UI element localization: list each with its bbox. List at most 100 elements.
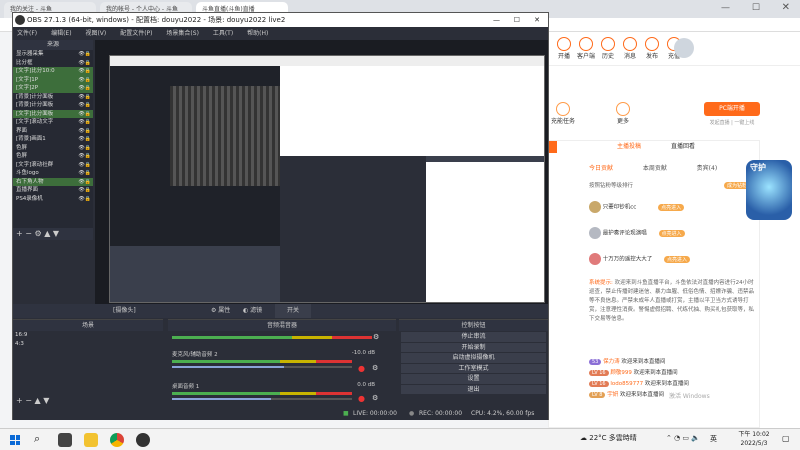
add-icon[interactable]: +: [16, 396, 23, 405]
banner-yuba[interactable]: 充能任务: [548, 102, 578, 125]
close-icon[interactable]: ✕: [782, 2, 790, 13]
maximize-icon[interactable]: ☐: [514, 13, 520, 27]
avatar[interactable]: [674, 38, 694, 58]
visibility-lock-icon[interactable]: 👁🔒: [78, 101, 91, 110]
up-icon[interactable]: ▲: [35, 396, 41, 405]
source-item[interactable]: 斗鱼logo 👁🔒: [13, 169, 93, 178]
scene-item[interactable]: 4:3: [13, 340, 163, 349]
tab-week[interactable]: 本周贡献: [643, 163, 667, 175]
add-icon[interactable]: +: [16, 229, 23, 238]
nav-start-live[interactable]: 开播: [554, 37, 574, 60]
nav-publish[interactable]: 发布: [642, 37, 662, 60]
obs-app-icon[interactable]: [136, 433, 150, 447]
source-item[interactable]: 界面 👁🔒: [13, 127, 93, 136]
source-item[interactable]: [文字]比分10:0 👁🔒: [13, 67, 93, 76]
source-item[interactable]: 直播界面 👁🔒: [13, 186, 93, 195]
source-item[interactable]: 色屏 👁🔒: [13, 144, 93, 153]
nav-history[interactable]: 历史: [598, 37, 618, 60]
menu-file[interactable]: 文件(F): [17, 30, 37, 37]
source-item[interactable]: [文字]滚动文字 👁🔒: [13, 118, 93, 127]
nav-client[interactable]: 客户端: [576, 37, 596, 60]
up-icon[interactable]: ▲: [44, 229, 50, 238]
tray-icons[interactable]: ⌃ ◔ ▭ 🔈: [666, 434, 700, 442]
settings-button[interactable]: 设置: [401, 374, 546, 384]
visibility-lock-icon[interactable]: 👁🔒: [78, 195, 91, 204]
banner-more[interactable]: 更多: [608, 102, 638, 125]
rank-light-button[interactable]: 点亮进入: [658, 229, 685, 237]
source-item[interactable]: [文字]滚动社群 👁🔒: [13, 161, 93, 170]
visibility-lock-icon[interactable]: 👁🔒: [78, 144, 91, 153]
menu-edit[interactable]: 编辑(E): [51, 30, 71, 37]
visibility-lock-icon[interactable]: 👁🔒: [78, 50, 91, 59]
source-item[interactable]: 右下角人物 👁🔒: [13, 177, 93, 187]
start-recording-button[interactable]: 开始录制: [401, 342, 546, 352]
remove-icon[interactable]: −: [25, 229, 32, 238]
visibility-lock-icon[interactable]: 👁🔒: [78, 178, 91, 187]
visibility-lock-icon[interactable]: 👁🔒: [78, 93, 91, 102]
weather-widget[interactable]: ☁ 22°C 多雲時晴: [580, 433, 637, 443]
tab-uploads[interactable]: 主播投稿: [617, 141, 641, 153]
visibility-lock-icon[interactable]: 👁🔒: [78, 135, 91, 144]
minimize-icon[interactable]: —: [721, 3, 730, 13]
mute-icon[interactable]: ●: [358, 364, 365, 373]
minimize-icon[interactable]: —: [493, 13, 500, 27]
menu-view[interactable]: 视图(V): [85, 30, 106, 37]
visibility-lock-icon[interactable]: 👁🔒: [78, 127, 91, 136]
source-item[interactable]: [文字]比分面板 👁🔒: [13, 109, 93, 119]
scene-item[interactable]: 16:9: [13, 331, 163, 340]
menu-scene-collection[interactable]: 场景集合(S): [166, 30, 199, 37]
source-item[interactable]: 显示器采集 👁🔒: [13, 50, 93, 59]
menu-tools[interactable]: 工具(T): [213, 30, 233, 37]
volume-slider[interactable]: [172, 366, 352, 368]
chrome-icon[interactable]: [110, 433, 124, 447]
source-item[interactable]: 色屏 👁🔒: [13, 152, 93, 161]
visibility-lock-icon[interactable]: 👁🔒: [78, 59, 91, 68]
source-item[interactable]: [文字]1P 👁🔒: [13, 75, 93, 85]
guard-badge[interactable]: 守护: [746, 160, 792, 220]
exit-button[interactable]: 退出: [401, 384, 546, 394]
stop-streaming-button[interactable]: 停止串流: [401, 332, 546, 342]
visibility-lock-icon[interactable]: 👁🔒: [78, 118, 91, 127]
search-icon[interactable]: ⌕: [34, 432, 40, 446]
source-item[interactable]: PS4录像机 👁🔒: [13, 195, 93, 204]
virtual-camera-button[interactable]: 启动虚拟摄像机: [401, 353, 546, 363]
visibility-lock-icon[interactable]: 👁🔒: [78, 67, 91, 76]
toggle-button[interactable]: 开关: [275, 304, 311, 318]
down-icon[interactable]: ▼: [43, 396, 49, 405]
down-icon[interactable]: ▼: [53, 229, 59, 238]
tab-replay[interactable]: 直播回看: [671, 141, 695, 153]
gear-icon[interactable]: ⚙: [373, 333, 379, 341]
tab-today[interactable]: 今日贡献: [589, 163, 613, 175]
visibility-lock-icon[interactable]: 👁🔒: [78, 110, 91, 119]
mute-icon[interactable]: ●: [358, 394, 365, 403]
visibility-lock-icon[interactable]: 👁🔒: [78, 169, 91, 178]
volume-slider[interactable]: [172, 398, 352, 400]
visibility-lock-icon[interactable]: 👁🔒: [78, 84, 91, 93]
visibility-lock-icon[interactable]: 👁🔒: [78, 76, 91, 85]
nav-message[interactable]: 消息: [620, 37, 640, 60]
studio-mode-button[interactable]: 工作室模式: [401, 363, 546, 373]
tab-vip[interactable]: 贵宾(4): [697, 163, 718, 175]
visibility-lock-icon[interactable]: 👁🔒: [78, 152, 91, 161]
source-item[interactable]: 比分框 👁🔒: [13, 59, 93, 68]
menu-profile[interactable]: 配置文件(P): [120, 30, 152, 37]
file-explorer-icon[interactable]: [84, 433, 98, 447]
gear-icon[interactable]: ⚙: [372, 394, 378, 402]
ime-indicator[interactable]: 英: [710, 434, 717, 444]
rank-light-button[interactable]: 点亮进入: [658, 203, 685, 211]
task-view-icon[interactable]: [58, 433, 72, 447]
properties-button[interactable]: ⚙ 属性: [211, 304, 230, 318]
pc-live-button[interactable]: PC端开播: [704, 102, 760, 116]
start-icon[interactable]: [10, 435, 20, 445]
gear-icon[interactable]: ⚙: [35, 229, 42, 238]
source-item[interactable]: [背景]计分面板 👁🔒: [13, 101, 93, 110]
gear-icon[interactable]: ⚙: [372, 364, 378, 372]
visibility-lock-icon[interactable]: 👁🔒: [78, 186, 91, 195]
rank-light-button[interactable]: 点亮进入: [664, 255, 691, 263]
visibility-lock-icon[interactable]: 👁🔒: [78, 161, 91, 170]
remove-icon[interactable]: −: [25, 396, 32, 405]
source-item[interactable]: [背景]计分面板 👁🔒: [13, 93, 93, 102]
menu-help[interactable]: 帮助(H): [247, 30, 268, 37]
maximize-icon[interactable]: ☐: [752, 3, 760, 13]
clock[interactable]: 下午 10:02 2022/5/3: [736, 430, 772, 448]
